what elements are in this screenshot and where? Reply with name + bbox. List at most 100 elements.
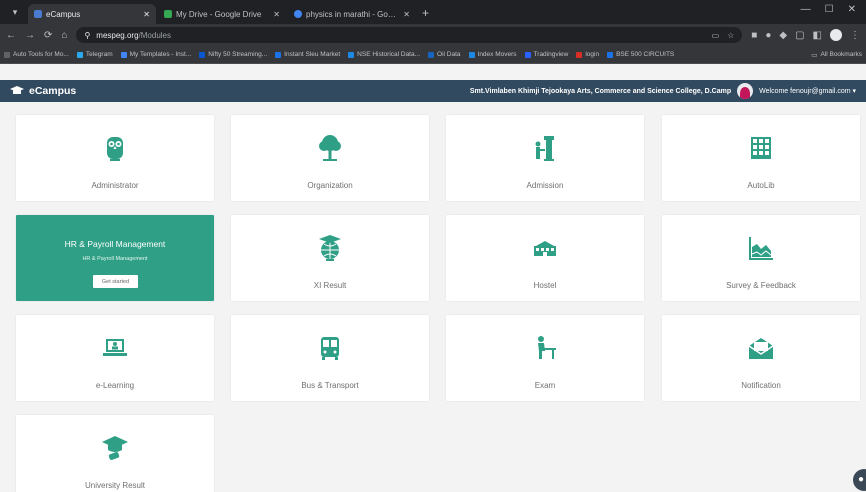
browser-tab-drive[interactable]: My Drive - Google Drive ✕ <box>158 4 286 24</box>
owl-icon <box>107 137 123 161</box>
user-menu[interactable]: Welcome fenoujr@gmail.com ▾ <box>759 87 856 95</box>
bookmark-label: Instant Sleu Market <box>284 51 341 58</box>
url-path: /Modules <box>138 30 172 40</box>
folder-icon: ▭ <box>811 51 818 59</box>
bookmark-label: NSE Historical Data... <box>357 51 421 58</box>
module-label: University Result <box>84 481 145 490</box>
back-arrow-icon[interactable]: ← <box>6 30 16 41</box>
hr-subtitle: HR & Payroll Management <box>82 256 148 262</box>
module-label: XI Result <box>313 281 347 290</box>
browser-tab-search[interactable]: physics in marathi - Google Se ✕ <box>288 4 416 24</box>
bookmark-item[interactable]: Instant Sleu Market <box>275 51 340 58</box>
module-label: Bus & Transport <box>301 381 359 390</box>
bookmark-favicon-icon <box>468 51 475 58</box>
site-info-icon[interactable]: ⚲ <box>84 31 90 40</box>
reload-icon[interactable]: ⟳ <box>44 30 52 41</box>
tab-title: My Drive - Google Drive <box>176 9 262 19</box>
module-tile-e-learning[interactable]: e-Learning <box>16 315 214 401</box>
module-tile-admission[interactable]: Admission <box>446 115 644 201</box>
module-tile-bus-transport[interactable]: Bus & Transport <box>231 315 429 401</box>
module-tile-administrator[interactable]: Administrator <box>16 115 214 201</box>
forward-arrow-icon[interactable]: → <box>25 30 35 41</box>
profile-avatar-icon[interactable] <box>830 29 842 41</box>
bookmark-item[interactable]: login <box>576 51 599 58</box>
maximize-icon[interactable]: ☐ <box>825 4 834 15</box>
all-bookmarks[interactable]: ▭ All Bookmarks <box>811 51 862 59</box>
module-label: Organization <box>307 181 353 190</box>
user-avatar[interactable] <box>737 83 754 99</box>
bookmark-label: Tradingview <box>533 51 569 58</box>
ecampus-favicon-icon <box>34 10 42 18</box>
module-tile-hr-payroll[interactable]: HR & Payroll Management HR & Payroll Man… <box>16 215 214 301</box>
bookmark-favicon-icon <box>524 51 531 58</box>
tree-icon <box>319 135 341 161</box>
bookmark-item[interactable]: Nifty 50 Streaming... <box>199 51 267 58</box>
module-label: Survey & Feedback <box>726 281 796 290</box>
bookmark-label: login <box>585 51 600 58</box>
bookmark-item[interactable]: Tradingview <box>524 51 569 58</box>
bookmark-favicon-icon <box>348 51 355 58</box>
graduation-icon <box>102 436 128 460</box>
google-favicon-icon <box>294 10 302 18</box>
module-tile-survey[interactable]: Survey & Feedback <box>662 215 860 301</box>
browser-toolbar: ← → ⟳ ⌂ ⚲ mespeg.org/Modules ▭ ☆ ■ ● ◆ ▢… <box>0 24 866 46</box>
bookmark-star-icon[interactable]: ☆ <box>727 31 734 40</box>
tab-search-icon[interactable]: ▾ <box>8 5 22 19</box>
module-tile-autolib[interactable]: AutoLib <box>662 115 860 201</box>
module-tile-university-result[interactable]: University Result <box>16 415 214 492</box>
bookmark-item[interactable]: Telegram <box>76 51 113 58</box>
page-top-strip <box>0 64 866 80</box>
module-tile-exam[interactable]: Exam <box>446 315 644 401</box>
close-icon[interactable]: ✕ <box>403 10 410 19</box>
get-started-button[interactable]: Get started <box>93 275 138 288</box>
address-bar[interactable]: ⚲ mespeg.org/Modules ▭ ☆ <box>76 27 743 43</box>
window-close-icon[interactable]: ✕ <box>848 4 856 15</box>
minimize-icon[interactable]: — <box>801 4 811 15</box>
module-label: AutoLib <box>747 181 775 190</box>
new-tab-plus-icon[interactable]: + <box>422 6 429 20</box>
module-label: Hostel <box>533 281 557 290</box>
module-tile-notification[interactable]: Notification <box>662 315 860 401</box>
module-label: e-Learning <box>95 381 135 390</box>
bookmark-label: Nifty 50 Streaming... <box>208 51 268 58</box>
laptop-icon <box>103 339 127 356</box>
bookmark-item[interactable]: Oil Data <box>428 51 461 58</box>
module-tile-xi-result[interactable]: XI Result <box>231 215 429 301</box>
close-icon[interactable]: ✕ <box>143 10 150 19</box>
browser-tab-ecampus[interactable]: eCampus ✕ <box>28 4 156 24</box>
sidepanel-icon[interactable]: ◧ <box>813 30 822 41</box>
extension-icon[interactable]: ■ <box>751 30 757 41</box>
all-bookmarks-label: All Bookmarks <box>820 51 862 58</box>
bookmark-label: BSE 500 CIRCUITS <box>616 51 675 58</box>
module-label: Exam <box>534 381 556 390</box>
module-label: Admission <box>526 181 564 190</box>
modules-page: Administrator Organization Admission Aut… <box>0 102 866 492</box>
module-tile-organization[interactable]: Organization <box>231 115 429 201</box>
close-icon[interactable]: ✕ <box>273 10 280 19</box>
bookmark-favicon-icon <box>607 51 614 58</box>
module-label: Administrator <box>91 181 139 190</box>
chart-icon <box>749 237 773 260</box>
telegram-icon <box>76 51 83 58</box>
menu-kebab-icon[interactable]: ⋮ <box>850 30 860 41</box>
cast-icon[interactable]: ▭ <box>712 31 720 40</box>
library-icon <box>751 137 771 159</box>
student-desk-icon <box>538 336 556 359</box>
hr-title: HR & Payroll Management <box>64 239 166 249</box>
bookmark-item[interactable]: My Templates - Inst... <box>120 51 191 58</box>
bookmark-label: Oil Data <box>437 51 461 58</box>
chat-icon: ● <box>858 474 865 485</box>
module-tile-hostel[interactable]: Hostel <box>446 215 644 301</box>
bookmark-favicon-icon <box>275 51 282 58</box>
brand[interactable]: eCampus <box>10 85 76 97</box>
extension-icon[interactable]: ● <box>765 30 771 41</box>
extension-icon[interactable]: ▢ <box>795 30 804 41</box>
bookmark-item[interactable]: NSE Historical Data... <box>348 51 420 58</box>
bookmark-item[interactable]: Auto Tools for Mo... <box>4 51 69 58</box>
bookmark-item[interactable]: BSE 500 CIRCUITS <box>607 51 674 58</box>
bus-icon <box>321 337 339 360</box>
bookmark-item[interactable]: Index Movers <box>468 51 517 58</box>
extension-icon[interactable]: ◆ <box>779 30 787 41</box>
building-icon <box>534 241 556 256</box>
home-icon[interactable]: ⌂ <box>61 30 67 41</box>
